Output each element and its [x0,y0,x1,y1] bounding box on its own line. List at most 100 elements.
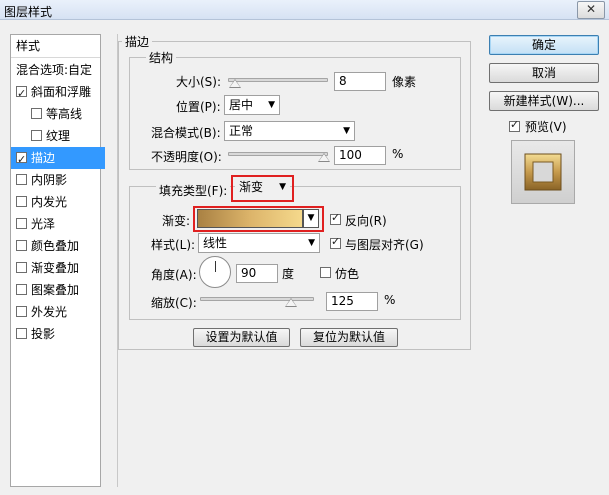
size-label: 大小(S): [176,75,222,89]
dither-checkbox[interactable] [320,266,335,280]
checkbox-icon[interactable] [31,108,42,119]
checkbox-icon[interactable] [16,174,27,185]
close-icon: ✕ [585,2,597,16]
sidebar-item-label: 纹理 [46,129,71,143]
sidebar-item[interactable]: 纹理 [11,125,120,147]
checkbox-icon [330,211,341,225]
scale-slider-thumb[interactable] [285,298,297,307]
opacity-unit: % [392,147,404,161]
fill-type-highlight [231,175,294,202]
sidebar-item[interactable]: 投影 [11,323,105,345]
chevron-down-icon: ▼ [343,126,350,136]
align-layer-label: 与图层对齐(G) [345,238,424,252]
checkbox-icon[interactable] [16,284,27,295]
fill-type-label: 填充类型(F): [156,182,231,199]
align-layer-checkbox[interactable] [330,235,345,251]
checkbox-icon[interactable] [16,218,27,229]
blend-mode-label: 混合模式(B): [151,126,221,140]
checkbox-icon[interactable] [31,130,42,141]
size-slider-track[interactable] [228,78,328,82]
preview-image [512,141,574,203]
title-bar: 图层样式 ✕ [0,0,609,20]
position-select[interactable]: 居中 ▼ [224,95,280,115]
sidebar-item[interactable]: 混合选项:自定 [11,59,105,81]
sidebar-item[interactable]: 外发光 [11,301,105,323]
opacity-label: 不透明度(O): [151,150,222,164]
window-title: 图层样式 [4,5,53,19]
blend-mode-select[interactable]: 正常 ▼ [224,121,355,141]
close-button[interactable]: ✕ [577,1,605,19]
sidebar-item-label: 描边 [31,151,56,165]
position-value: 居中 [229,98,254,112]
sidebar-item-label: 颜色叠加 [31,239,80,253]
checkbox-icon[interactable] [16,149,27,171]
checkbox-icon [509,118,520,132]
sidebar-item[interactable]: 图案叠加 [11,279,105,301]
style-label: 样式(L): [151,238,196,252]
angle-dial[interactable] [199,256,231,288]
sidebar-item[interactable]: 内发光 [11,191,105,213]
sidebar-item-label: 内发光 [31,195,68,209]
sidebar-item-label: 渐变叠加 [31,261,80,275]
set-default-button[interactable]: 设置为默认值 [193,328,290,347]
sidebar-item-label: 等高线 [46,107,83,121]
ok-button[interactable]: 确定 [489,35,599,55]
opacity-slider-thumb[interactable] [318,153,330,162]
gradient-label: 渐变: [162,214,191,228]
gradient-highlight [193,206,324,232]
dither-label: 仿色 [335,267,360,281]
reset-default-button[interactable]: 复位为默认值 [300,328,398,347]
new-style-button[interactable]: 新建样式(W)... [489,91,599,111]
preview-label: 预览(V) [525,120,567,134]
sidebar-item-label: 外发光 [31,305,68,319]
sidebar-item[interactable]: 光泽 [11,213,105,235]
opacity-input[interactable]: 100 [334,146,386,165]
size-unit: 像素 [392,75,417,89]
scale-unit: % [384,293,396,307]
sidebar-item[interactable]: 渐变叠加 [11,257,105,279]
size-input[interactable]: 8 [334,72,386,91]
cancel-button[interactable]: 取消 [489,63,599,83]
position-label: 位置(P): [176,100,221,114]
sidebar-item[interactable]: 斜面和浮雕 [11,81,105,105]
sidebar-item[interactable]: 内阴影 [11,169,105,191]
checkbox-icon[interactable] [16,262,27,273]
checkbox-icon [330,235,341,249]
chevron-down-icon: ▼ [268,100,275,110]
styles-list: 样式 混合选项:自定斜面和浮雕等高线纹理描边内阴影内发光光泽颜色叠加渐变叠加图案… [10,34,105,487]
checkbox-icon[interactable] [16,240,27,251]
angle-dial-hand [215,261,216,272]
size-slider-thumb[interactable] [229,79,241,88]
checkbox-icon[interactable] [16,83,27,105]
sidebar-item[interactable]: 颜色叠加 [11,235,105,257]
styles-header[interactable]: 样式 [11,35,105,57]
style-select[interactable]: 线性 ▼ [198,233,320,253]
chevron-down-icon: ▼ [308,238,315,248]
scale-input[interactable]: 125 [326,292,378,311]
checkbox-icon [320,267,331,278]
sidebar-item-label: 内阴影 [31,173,68,187]
sidebar-item[interactable]: 等高线 [11,103,120,125]
checkbox-icon[interactable] [16,196,27,207]
sidebar-item-label: 光泽 [31,217,56,231]
sidebar-item[interactable]: 描边 [11,147,105,171]
reverse-checkbox[interactable] [330,211,345,227]
preview-thumbnail [511,140,575,204]
reverse-label: 反向(R) [345,214,387,228]
angle-unit: 度 [282,267,295,281]
scale-label: 缩放(C): [151,296,197,310]
sidebar-item-label: 混合选项:自定 [16,63,93,77]
angle-input[interactable]: 90 [236,264,278,283]
sidebar-item-label: 图案叠加 [31,283,80,297]
sidebar-item-label: 投影 [31,327,56,341]
structure-title: 结构 [146,49,177,66]
angle-label: 角度(A): [151,268,197,282]
sidebar-item-label: 斜面和浮雕 [31,85,92,99]
checkbox-icon[interactable] [16,306,27,317]
stroke-group-title: 描边 [122,33,153,50]
checkbox-icon[interactable] [16,328,27,339]
preview-checkbox[interactable] [509,118,524,134]
styles-header-divider [11,57,100,58]
opacity-slider-track[interactable] [228,152,328,156]
style-value: 线性 [203,236,228,250]
